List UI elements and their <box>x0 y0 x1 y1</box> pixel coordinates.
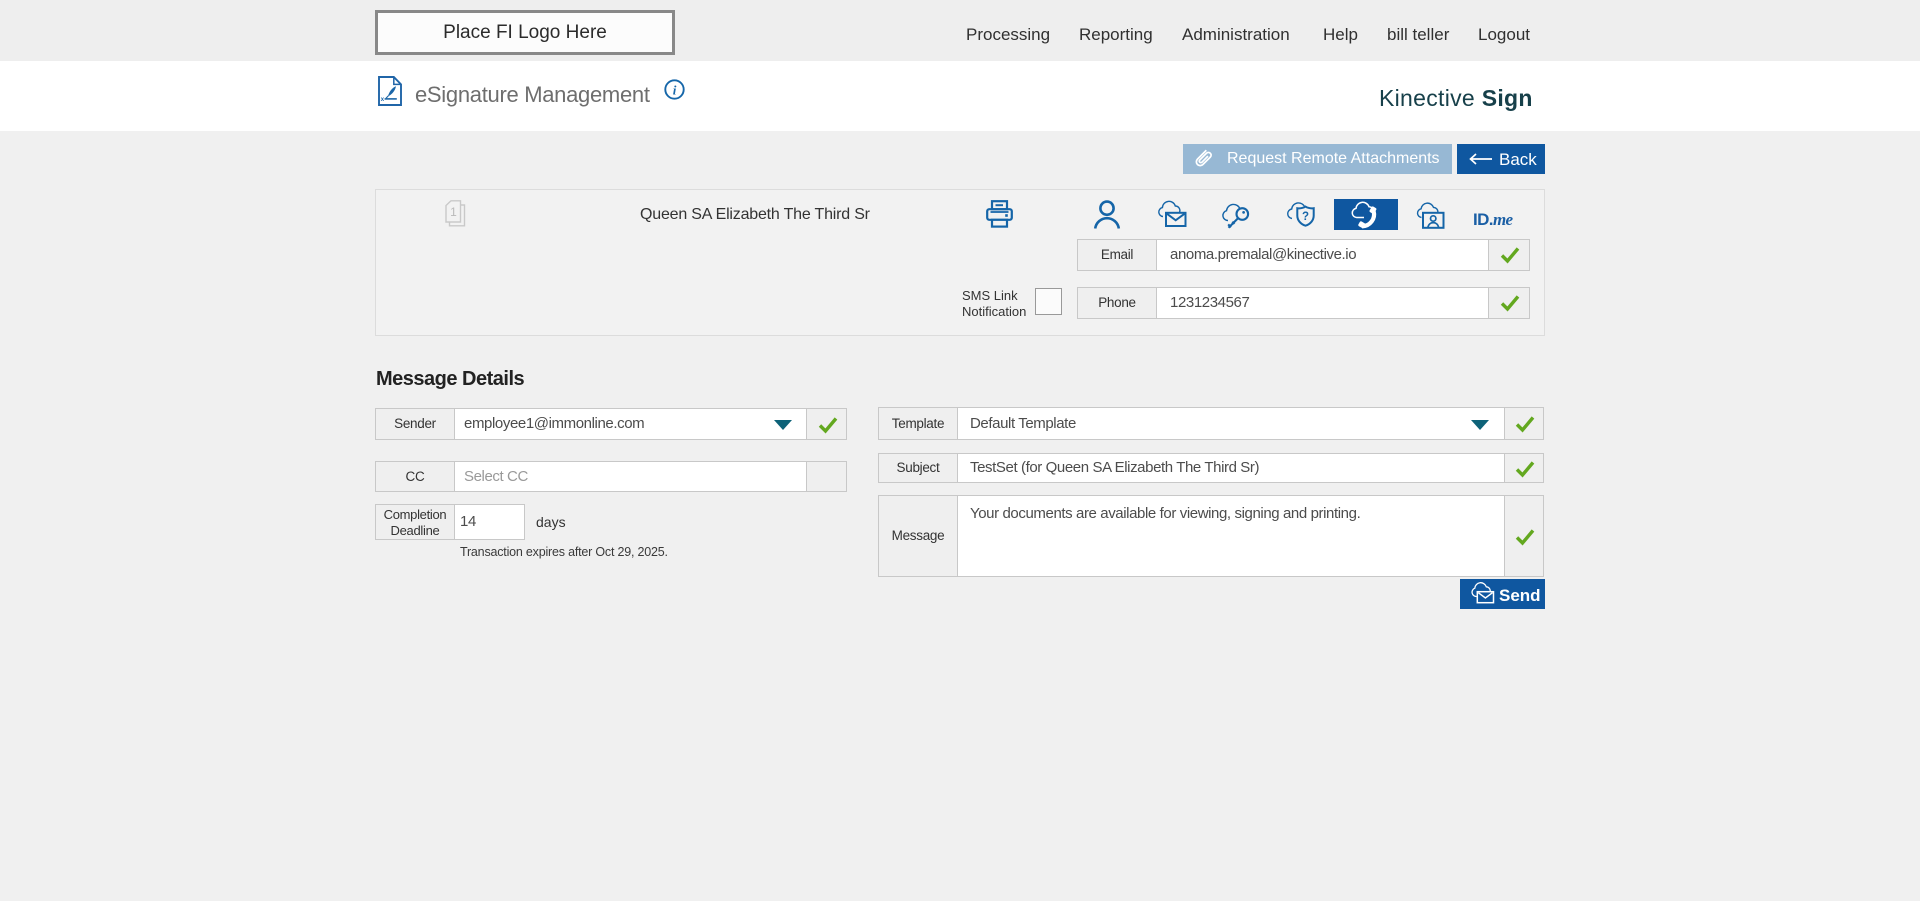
svg-text:?: ? <box>1302 211 1309 223</box>
svg-text:i: i <box>673 82 677 97</box>
svg-text:1: 1 <box>450 205 457 219</box>
